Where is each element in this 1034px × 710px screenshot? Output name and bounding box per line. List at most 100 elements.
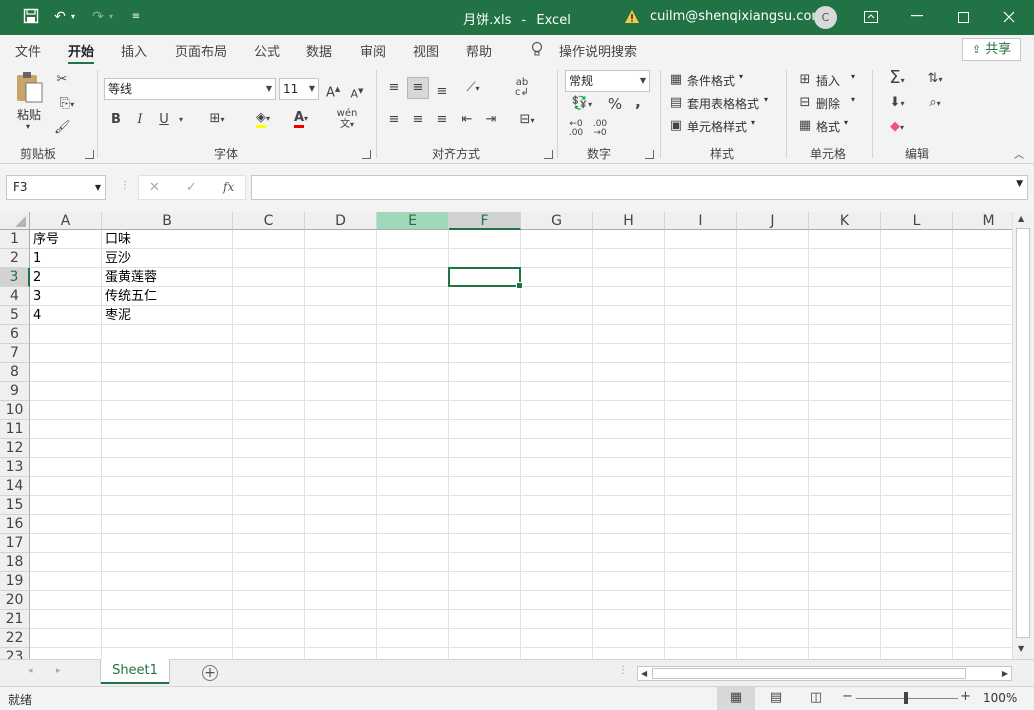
align-bottom-icon[interactable]: ≡ [434, 84, 450, 100]
row-header-18[interactable]: 18 [0, 553, 30, 572]
next-sheet-icon[interactable]: ▸ [56, 666, 61, 676]
format-cells-button[interactable]: ▦ 格式 ▾ [797, 116, 863, 136]
scroll-right-icon[interactable]: ▶ [1002, 667, 1008, 680]
font-launcher-icon[interactable] [362, 150, 371, 159]
row-header-5[interactable]: 5 [0, 306, 30, 325]
percent-button[interactable]: % [607, 96, 623, 112]
copy-icon[interactable]: ⎘▾ [54, 96, 80, 113]
row-header-3[interactable]: 3 [0, 268, 30, 287]
worksheet-grid[interactable]: ABCDEFGHIJKLM 1 2 3 4 5 6 7 8 9 10 11 12 13 14 15 16 17 1… [0, 212, 1012, 659]
column-header-m[interactable]: M [953, 212, 1012, 230]
vertical-scroll-thumb[interactable] [1016, 228, 1030, 638]
cancel-icon[interactable]: ✕ [149, 180, 160, 195]
tab-file[interactable]: 文件 [15, 41, 41, 60]
ribbon-display-icon[interactable] [848, 0, 894, 35]
row-header-11[interactable]: 11 [0, 420, 30, 439]
column-header-i[interactable]: I [665, 212, 737, 230]
zoom-in-icon[interactable]: + [960, 689, 971, 704]
cut-icon[interactable]: ✂ [54, 72, 70, 88]
row-header-9[interactable]: 9 [0, 382, 30, 401]
column-header-j[interactable]: J [737, 212, 809, 230]
cell-a5[interactable]: 4 [30, 306, 102, 325]
cell-a2[interactable]: 1 [30, 249, 102, 268]
column-header-b[interactable]: B [102, 212, 233, 230]
tab-home[interactable]: 开始 [68, 41, 95, 65]
row-header-13[interactable]: 13 [0, 458, 30, 477]
row-header-1[interactable]: 1 [0, 230, 30, 249]
column-header-e[interactable]: E [377, 212, 449, 230]
clear-icon[interactable]: ◆▾ [882, 119, 912, 136]
row-header-17[interactable]: 17 [0, 534, 30, 553]
zoom-slider-thumb[interactable] [904, 692, 908, 704]
undo-dropdown-icon[interactable]: ▾ [68, 8, 78, 26]
sort-filter-icon[interactable]: ⇅▾ [920, 71, 950, 88]
add-sheet-button[interactable]: + [202, 665, 218, 681]
format-as-table-button[interactable]: ▤ 套用表格格式 ▾ [668, 93, 778, 113]
comma-style-button[interactable]: , [632, 94, 644, 110]
row-header-16[interactable]: 16 [0, 515, 30, 534]
name-box[interactable]: F3 ▼ [6, 175, 106, 200]
maximize-icon[interactable] [940, 0, 986, 35]
increase-font-icon[interactable]: A▲ [326, 81, 340, 101]
column-header-a[interactable]: A [30, 212, 102, 230]
clipboard-launcher-icon[interactable] [85, 150, 94, 159]
wrap-text-icon[interactable]: ab c↲ [514, 78, 530, 98]
insert-cells-button[interactable]: ⊞ 插入 ▾ [797, 70, 863, 90]
page-break-view-icon[interactable]: ◫ [807, 690, 825, 706]
delete-cells-button[interactable]: ⊟ 删除 ▾ [797, 93, 863, 113]
tab-insert[interactable]: 插入 [121, 41, 147, 60]
cell-b4[interactable]: 传统五仁 [102, 287, 233, 306]
insert-function-icon[interactable]: fx [223, 180, 234, 194]
align-left-icon[interactable]: ≡ [386, 112, 402, 128]
font-name-combo[interactable]: 等线 ▼ [104, 78, 276, 100]
column-header-d[interactable]: D [305, 212, 377, 230]
tab-review[interactable]: 审阅 [360, 41, 386, 60]
number-format-combo[interactable]: 常规 ▼ [565, 70, 650, 92]
decrease-decimal-icon[interactable]: .00 →0 [590, 120, 610, 138]
decrease-indent-icon[interactable]: ⇤ [458, 112, 476, 128]
italic-button[interactable]: I [134, 112, 146, 128]
fill-color-icon[interactable]: ◈▾ [248, 110, 278, 128]
customize-qat-icon[interactable]: ≡ [130, 8, 142, 26]
close-icon[interactable] [986, 0, 1032, 35]
tab-page-layout[interactable]: 页面布局 [175, 41, 227, 60]
increase-indent-icon[interactable]: ⇥ [482, 112, 500, 128]
save-icon[interactable] [22, 8, 40, 29]
row-header-14[interactable]: 14 [0, 477, 30, 496]
column-header-g[interactable]: G [521, 212, 593, 230]
cell-b2[interactable]: 豆沙 [102, 249, 233, 268]
cell-styles-button[interactable]: ▣ 单元格样式 ▾ [668, 116, 778, 136]
conditional-formatting-button[interactable]: ▦ 条件格式 ▾ [668, 70, 778, 90]
underline-button[interactable]: U [158, 112, 170, 128]
row-header-23[interactable]: 23 [0, 648, 30, 659]
page-layout-view-icon[interactable]: ▤ [767, 690, 785, 706]
merge-center-icon[interactable]: ⊟▾ [512, 112, 542, 129]
row-header-21[interactable]: 21 [0, 610, 30, 629]
accounting-format-icon[interactable]: 💱▾ [566, 96, 598, 113]
normal-view-icon[interactable]: ▦ [727, 690, 745, 706]
active-cell-outline[interactable] [448, 267, 523, 289]
zoom-level[interactable]: 100% [983, 691, 1017, 705]
bold-button[interactable]: B [110, 112, 122, 128]
fill-icon[interactable]: ⬇▾ [882, 95, 912, 112]
prev-sheet-icon[interactable]: ◂ [28, 666, 33, 676]
paste-dropdown-icon[interactable]: ▾ [26, 122, 30, 131]
align-right-icon[interactable]: ≡ [434, 112, 450, 128]
number-launcher-icon[interactable] [645, 150, 654, 159]
tab-split-grip-icon[interactable]: ⋮ [618, 665, 628, 676]
row-header-7[interactable]: 7 [0, 344, 30, 363]
column-header-l[interactable]: L [881, 212, 953, 230]
zoom-out-icon[interactable]: − [842, 689, 853, 704]
redo-dropdown-icon[interactable]: ▾ [106, 8, 116, 26]
enter-icon[interactable]: ✓ [186, 180, 197, 195]
avatar[interactable]: C [814, 6, 837, 29]
autosum-icon[interactable]: Σ▾ [882, 69, 912, 89]
formula-input[interactable]: ▼ [251, 175, 1028, 200]
row-header-15[interactable]: 15 [0, 496, 30, 515]
undo-icon[interactable]: ↶ [52, 8, 68, 26]
paste-button[interactable]: 粘贴 ▾ [14, 70, 48, 136]
column-header-k[interactable]: K [809, 212, 881, 230]
row-header-6[interactable]: 6 [0, 325, 30, 344]
cell-b5[interactable]: 枣泥 [102, 306, 233, 325]
row-header-22[interactable]: 22 [0, 629, 30, 648]
